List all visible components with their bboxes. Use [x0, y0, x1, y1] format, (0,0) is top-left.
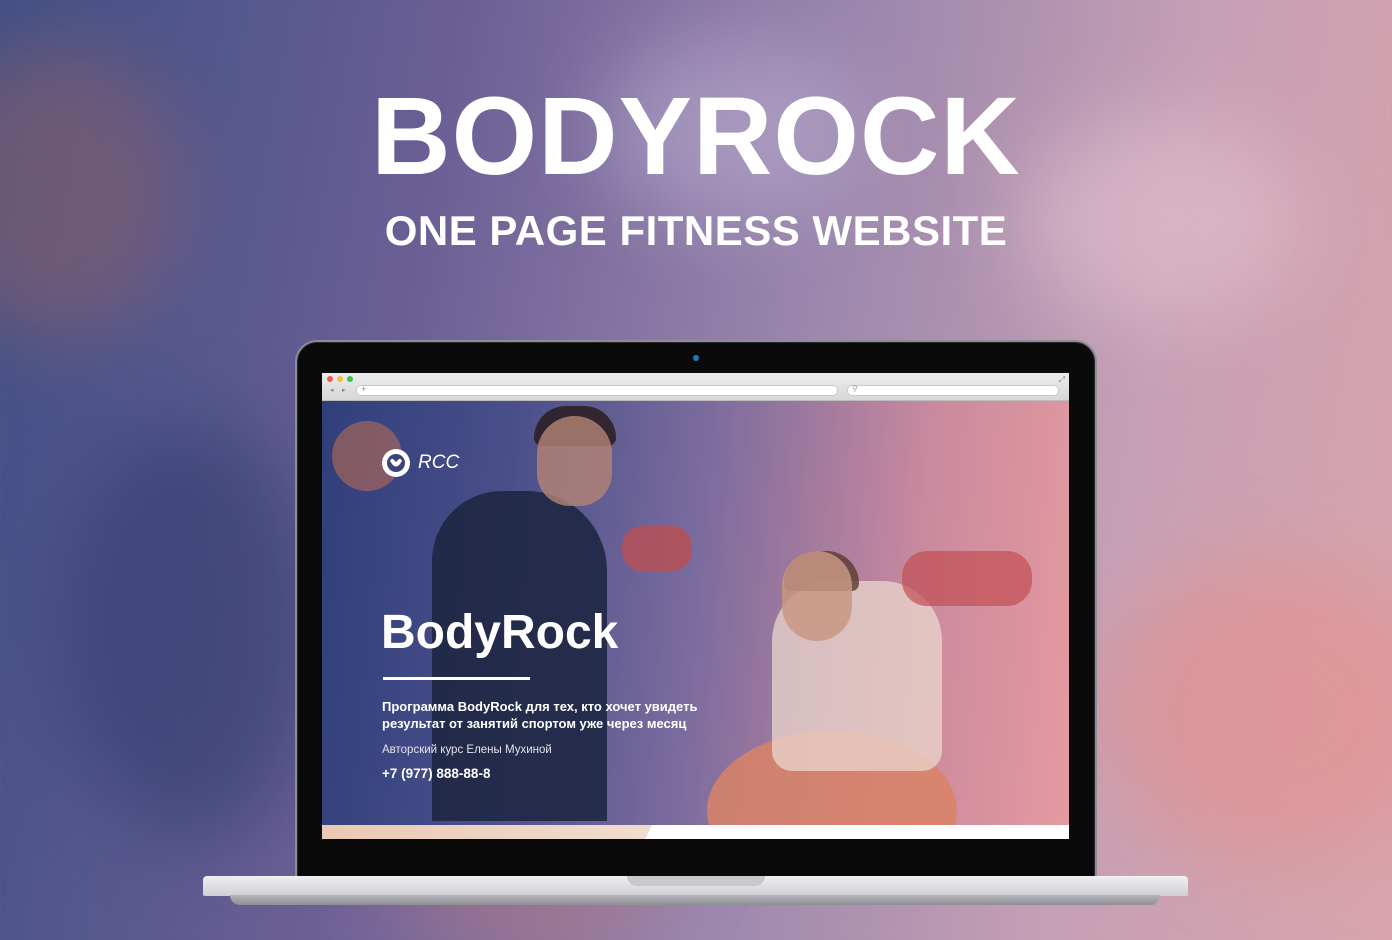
laptop-screen: ◂ ▸ + ⚲ ⤢ RCC BodyRock Программа BodyRoc… [322, 373, 1069, 839]
address-bar[interactable]: + [356, 384, 838, 396]
background-photo [622, 526, 692, 571]
background-photo [902, 551, 1032, 606]
close-window-button[interactable] [327, 376, 333, 382]
search-icon: ⚲ [852, 384, 858, 393]
browser-search-input[interactable]: ⚲ [847, 384, 1059, 396]
background-photo [537, 416, 612, 506]
browser-chrome: ◂ ▸ + ⚲ ⤢ [322, 373, 1069, 401]
laptop-notch [627, 876, 765, 886]
camera-icon [693, 355, 699, 361]
background-blur [60, 420, 320, 840]
hero-subtitle: ONE PAGE FITNESS WEBSITE [384, 207, 1008, 254]
fullscreen-icon[interactable]: ⤢ [1059, 375, 1065, 385]
website-hero: RCC BodyRock Программа BodyRock для тех,… [322, 401, 1069, 825]
forward-button[interactable]: ▸ [342, 386, 346, 394]
minimize-window-button[interactable] [337, 376, 343, 382]
background-photo [782, 551, 852, 641]
add-tab-button[interactable]: + [361, 384, 366, 394]
logo-text: RCC [418, 452, 460, 473]
background-blur [1100, 560, 1392, 860]
logo-icon [382, 449, 410, 477]
next-section-preview [322, 825, 1069, 839]
site-author: Авторский курс Елены Мухиной [382, 744, 552, 756]
site-logo[interactable]: RCC [382, 449, 459, 477]
laptop-base-bottom [230, 895, 1160, 905]
site-description: Программа BodyRock для тех, кто хочет ув… [382, 699, 698, 731]
maximize-window-button[interactable] [347, 376, 353, 382]
phone-link[interactable]: +7 (977) 888-88-8 [382, 766, 490, 781]
title-divider [383, 677, 530, 680]
hero-title: BODYROCK [371, 75, 1021, 198]
back-button[interactable]: ◂ [330, 386, 334, 394]
site-title: BodyRock [381, 606, 619, 659]
section-photo [322, 825, 652, 839]
